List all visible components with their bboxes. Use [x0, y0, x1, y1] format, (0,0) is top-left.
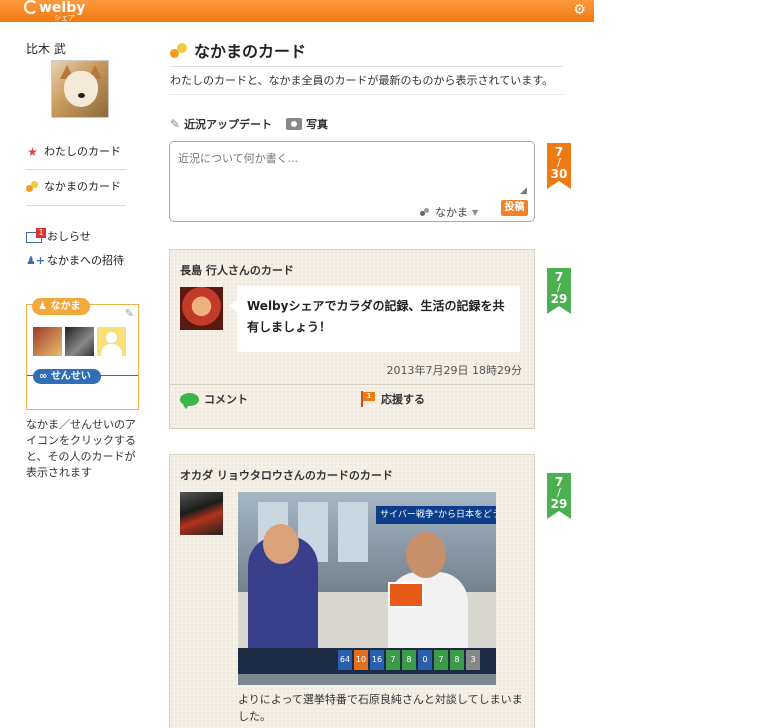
friends-tag-icon: ♟ — [38, 301, 51, 312]
friends-tag: ♟ なかま — [32, 298, 91, 315]
sensei-tag-label: せんせい — [50, 371, 91, 382]
star-icon: ★ — [27, 145, 38, 159]
friends-tag-label: なかま — [50, 301, 81, 312]
photo-person-left-head — [263, 524, 299, 564]
page-title-text: なかまのカード — [194, 42, 307, 61]
cheer-count: 1 — [363, 392, 375, 401]
comment-bubble-icon — [180, 392, 199, 409]
date-slash: / — [557, 486, 561, 499]
cheer-label: 応援する — [381, 393, 425, 406]
date-slash: / — [557, 281, 561, 294]
date-slash: / — [557, 156, 561, 169]
date-day: 30 — [550, 167, 568, 181]
top-header-bar: welby シェア ⚙ — [0, 0, 594, 22]
logo-swoosh-icon — [24, 0, 38, 14]
mail-icon: 1 — [26, 227, 46, 243]
user-name: 比木 武 — [26, 42, 66, 56]
tab-label: 近況アップデート — [184, 118, 273, 131]
chevron-down-icon: ▼ — [472, 207, 479, 217]
photo-tile: 3 — [466, 650, 480, 670]
cheer-flag-icon: 1 — [360, 391, 376, 407]
photo-tile: 8 — [450, 650, 464, 670]
photo-tv-tiles: 64 10 16 7 8 0 7 8 3 — [338, 650, 480, 670]
welby-logo[interactable]: welby シェア — [24, 0, 85, 22]
friend-avatar-placeholder[interactable] — [97, 327, 126, 356]
photo-tile: 16 — [370, 650, 384, 670]
friend-avatar[interactable] — [33, 327, 62, 356]
photo-tv-banner: サイバー戦争"から日本をどう守る — [376, 506, 496, 524]
photo-tile: 10 — [354, 650, 368, 670]
pencil-icon: ✎ — [170, 117, 181, 131]
card-caption: よりによって選挙特番で石原良純さんと対談してしまいました。 — [238, 693, 523, 723]
sidebar-divider — [26, 169, 126, 170]
date-day: 29 — [550, 292, 568, 306]
sidebar-item-notifications[interactable]: 1 おしらせ — [26, 227, 91, 245]
gear-icon[interactable]: ⚙ — [572, 3, 587, 18]
page-title: なかまのカード — [170, 38, 306, 62]
card-owner-name[interactable]: 長島 行人さんのカード — [180, 262, 294, 278]
card-nagashima: 長島 行人さんのカード Welbyシェアでカラダの記録、生活の記録を共有しましょ… — [169, 249, 535, 429]
sensei-tag: ∞ せんせい — [33, 369, 101, 384]
sidebar-item-label: わたしのカード — [44, 145, 121, 158]
card-timestamp: 2013年7月29日 18時29分 — [386, 364, 522, 377]
sidebar-item-label: なかまのカード — [44, 180, 121, 193]
photo-window — [338, 502, 368, 562]
sidebar-item-friends-cards[interactable]: なかまのカード — [26, 179, 121, 195]
comment-button[interactable]: コメント — [180, 391, 248, 409]
page-subtitle: わたしのカードと、なかま全員のカードが最新のものから表示されています。 — [170, 66, 563, 95]
friends-icon — [170, 42, 188, 59]
photo-tile: 0 — [418, 650, 432, 670]
photo-tile: 8 — [402, 650, 416, 670]
tab-photo[interactable]: 写真 — [286, 116, 328, 132]
date-flag: 7 / 29 — [547, 473, 571, 519]
photo-tablet — [388, 582, 424, 608]
card-okada: オカダ リョウタロウさんのカードのカード サイバー戦争"から日本をどう守る 64… — [169, 454, 535, 728]
card-owner-avatar[interactable] — [180, 492, 223, 535]
date-day: 29 — [550, 497, 568, 511]
sidebar-divider — [26, 205, 126, 206]
sidebar: 比木 武 ★ わたしのカード なかまのカード 1 おしらせ ♟+ なかまへの招待… — [0, 22, 160, 728]
photo-person-right-head — [406, 532, 446, 578]
sidebar-item-label: おしらせ — [47, 230, 91, 243]
friends-panel: ♟ なかま ✎ ∞ せんせい — [26, 298, 139, 410]
user-avatar[interactable] — [51, 60, 109, 118]
cheer-button[interactable]: 1 応援する — [360, 391, 425, 407]
photo-tile: 64 — [338, 650, 352, 670]
post-composer: ◢ なかま ▼ 投稿 — [169, 141, 535, 222]
tab-label: 写真 — [306, 118, 329, 131]
card-owner-name[interactable]: オカダ リョウタロウさんのカードのカード — [180, 467, 393, 483]
comment-label: コメント — [204, 393, 248, 406]
post-button[interactable]: 投稿 — [501, 200, 528, 216]
friends-icon — [26, 181, 39, 193]
sidebar-item-my-cards[interactable]: ★ わたしのカード — [26, 144, 121, 160]
resize-grip-icon[interactable]: ◢ — [520, 186, 527, 196]
tab-status-update[interactable]: ✎ 近況アップデート — [170, 116, 272, 132]
photo-tile: 7 — [434, 650, 448, 670]
sidebar-help-note: なかま／せんせいのアイコンをクリックすると、その人のカードが表示されます — [26, 418, 136, 479]
edit-pencil-icon[interactable]: ✎ — [125, 307, 134, 320]
date-flag: 7 / 30 — [547, 143, 571, 189]
card-divider — [170, 384, 534, 385]
card-owner-avatar[interactable] — [180, 287, 223, 330]
avatar-face — [64, 71, 98, 107]
notification-badge: 1 — [36, 227, 46, 238]
camera-icon — [286, 118, 303, 130]
logo-subtext: シェア — [54, 14, 75, 22]
card-message: Welbyシェアでカラダの記録、生活の記録を共有しましょう！ — [229, 286, 520, 352]
share-scope-select[interactable]: なかま ▼ — [420, 204, 478, 220]
friend-avatar[interactable] — [65, 327, 94, 356]
invite-person-icon: ♟+ — [26, 254, 46, 267]
avatar-nose — [78, 93, 85, 98]
post-tabs: ✎ 近況アップデート 写真 — [170, 116, 328, 132]
card-photo[interactable]: サイバー戦争"から日本をどう守る 64 10 16 7 8 0 7 8 3 — [238, 492, 496, 685]
status-input[interactable] — [178, 150, 526, 194]
sidebar-item-label: なかまへの招待 — [47, 254, 124, 267]
share-scope-label: なかま — [435, 206, 468, 219]
date-flag: 7 / 29 — [547, 268, 571, 314]
photo-tile: 7 — [386, 650, 400, 670]
sidebar-item-invite[interactable]: ♟+ なかまへの招待 — [26, 253, 124, 269]
glasses-icon: ∞ — [39, 371, 51, 382]
friends-icon — [420, 207, 431, 217]
